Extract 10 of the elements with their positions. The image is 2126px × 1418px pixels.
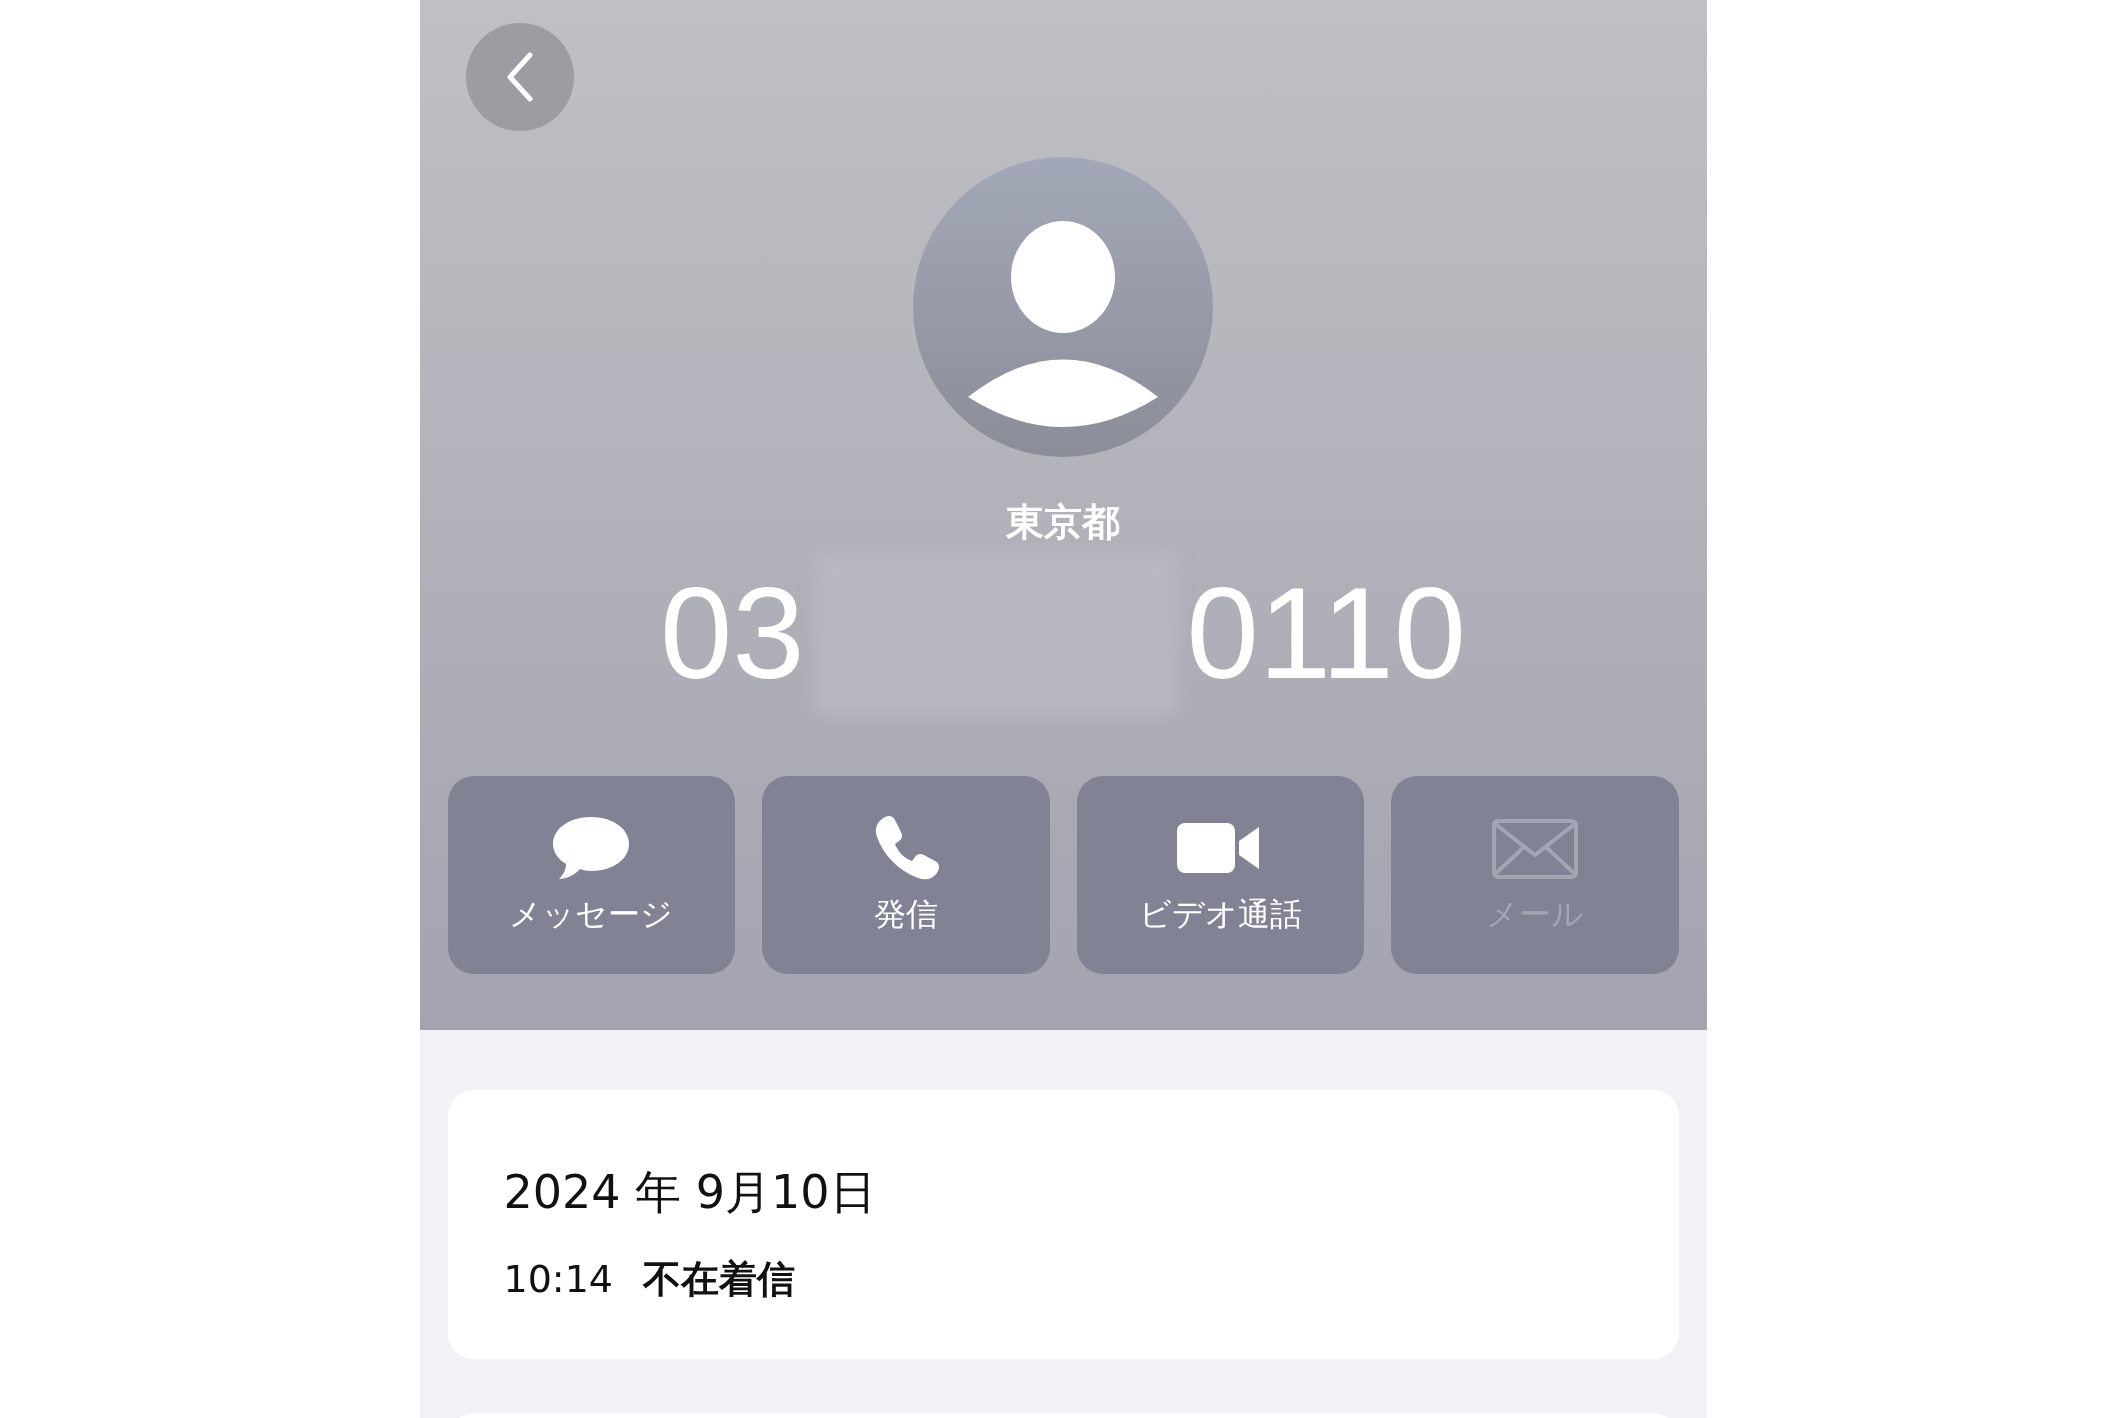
- video-button[interactable]: ビデオ通話: [1076, 776, 1364, 974]
- call-date: 2024 年 9月10日: [503, 1164, 877, 1221]
- phone-number-prefix: 03: [659, 568, 805, 698]
- avatar-icon: [913, 157, 1213, 457]
- message-button[interactable]: メッセージ: [447, 776, 735, 974]
- phone-number-suffix: 0110: [1186, 568, 1467, 698]
- call-button[interactable]: 発信: [762, 776, 1050, 974]
- call-type: 不在着信: [643, 1256, 795, 1303]
- location-label: 東京都: [1006, 499, 1120, 546]
- call-time: 10:14: [503, 1257, 613, 1301]
